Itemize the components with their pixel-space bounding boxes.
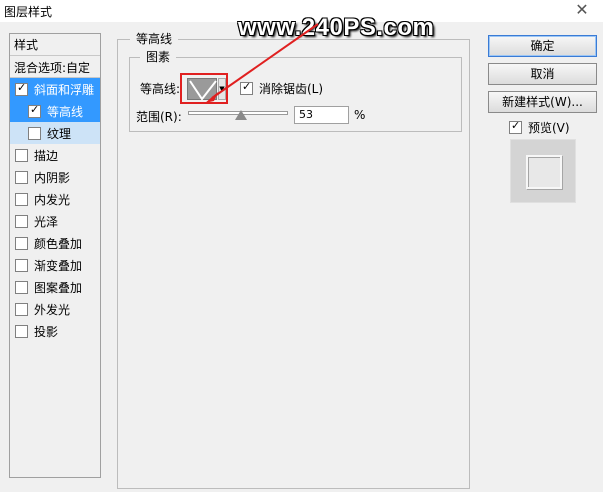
style-item-outer-glow[interactable]: 外发光 <box>10 298 100 320</box>
blend-options-item[interactable]: 混合选项:自定 <box>10 56 100 78</box>
dialog-body: 样式 混合选项:自定 斜面和浮雕 等高线 纹理 描边 内阴影 内发光 光泽 <box>0 22 603 492</box>
style-item-color-overlay[interactable]: 颜色叠加 <box>10 232 100 254</box>
style-item-label: 颜色叠加 <box>34 236 83 251</box>
contour-checkbox[interactable] <box>28 103 41 118</box>
style-item-label: 投影 <box>34 324 59 339</box>
gradient-overlay-checkbox[interactable] <box>15 258 28 272</box>
style-item-label: 渐变叠加 <box>34 258 83 273</box>
style-list: 样式 混合选项:自定 斜面和浮雕 等高线 纹理 描边 内阴影 内发光 光泽 <box>9 33 101 478</box>
style-item-label: 外发光 <box>34 302 71 317</box>
inner-glow-checkbox[interactable] <box>15 192 28 206</box>
range-label: 范围(R): <box>136 110 182 124</box>
style-item-label: 描边 <box>34 148 59 163</box>
styles-header[interactable]: 样式 <box>10 34 100 56</box>
elements-group-title: 图素 <box>140 48 177 65</box>
watermark-text: www.240PS.com <box>238 14 435 41</box>
style-preview-thumbnail <box>510 139 576 203</box>
antialias-option[interactable]: 消除锯齿(L) <box>240 80 323 97</box>
style-item-label: 内发光 <box>34 192 71 207</box>
style-item-stroke[interactable]: 描边 <box>10 144 100 166</box>
range-unit: % <box>354 108 366 122</box>
inner-shadow-checkbox[interactable] <box>15 170 28 184</box>
color-overlay-checkbox[interactable] <box>15 236 28 250</box>
style-item-texture[interactable]: 纹理 <box>10 122 100 144</box>
style-item-label: 纹理 <box>47 126 72 141</box>
antialias-label: 消除锯齿(L) <box>259 82 324 96</box>
contour-group-title: 等高线 <box>130 30 179 47</box>
close-icon[interactable]: ✕ <box>573 1 591 19</box>
outer-glow-checkbox[interactable] <box>15 302 28 316</box>
range-slider-thumb[interactable] <box>235 110 247 120</box>
style-item-contour[interactable]: 等高线 <box>10 100 100 122</box>
new-style-button[interactable]: 新建样式(W)... <box>488 91 597 113</box>
drop-shadow-checkbox[interactable] <box>15 324 28 338</box>
style-item-label: 斜面和浮雕 <box>34 82 95 97</box>
contour-thumbnail[interactable] <box>187 78 217 101</box>
style-item-bevel-emboss[interactable]: 斜面和浮雕 <box>10 78 100 100</box>
contour-label: 等高线: <box>140 82 181 96</box>
style-item-inner-shadow[interactable]: 内阴影 <box>10 166 100 188</box>
range-input[interactable]: 53 <box>294 106 349 124</box>
style-item-inner-glow[interactable]: 内发光 <box>10 188 100 210</box>
style-item-label: 等高线 <box>47 104 84 119</box>
cancel-button[interactable]: 取消 <box>488 63 597 85</box>
style-item-label: 内阴影 <box>34 170 71 185</box>
style-item-pattern-overlay[interactable]: 图案叠加 <box>10 276 100 298</box>
satin-checkbox[interactable] <box>15 214 28 228</box>
preview-label: 预览(V) <box>528 121 570 135</box>
pattern-overlay-checkbox[interactable] <box>15 280 28 294</box>
style-item-gradient-overlay[interactable]: 渐变叠加 <box>10 254 100 276</box>
window-title: 图层样式 <box>4 5 53 19</box>
preview-square <box>526 155 562 189</box>
antialias-checkbox[interactable] <box>240 80 253 95</box>
style-item-label: 图案叠加 <box>34 280 83 295</box>
style-item-label: 光泽 <box>34 214 59 229</box>
preview-option[interactable]: 预览(V) <box>509 119 570 136</box>
chevron-down-icon[interactable]: ▼ <box>218 78 226 100</box>
style-item-satin[interactable]: 光泽 <box>10 210 100 232</box>
texture-checkbox[interactable] <box>28 126 41 140</box>
ok-button[interactable]: 确定 <box>488 35 597 57</box>
style-item-drop-shadow[interactable]: 投影 <box>10 320 100 342</box>
preview-checkbox[interactable] <box>509 119 522 134</box>
bevel-emboss-checkbox[interactable] <box>15 81 28 96</box>
stroke-checkbox[interactable] <box>15 148 28 162</box>
contour-picker[interactable]: ▼ <box>180 73 228 104</box>
